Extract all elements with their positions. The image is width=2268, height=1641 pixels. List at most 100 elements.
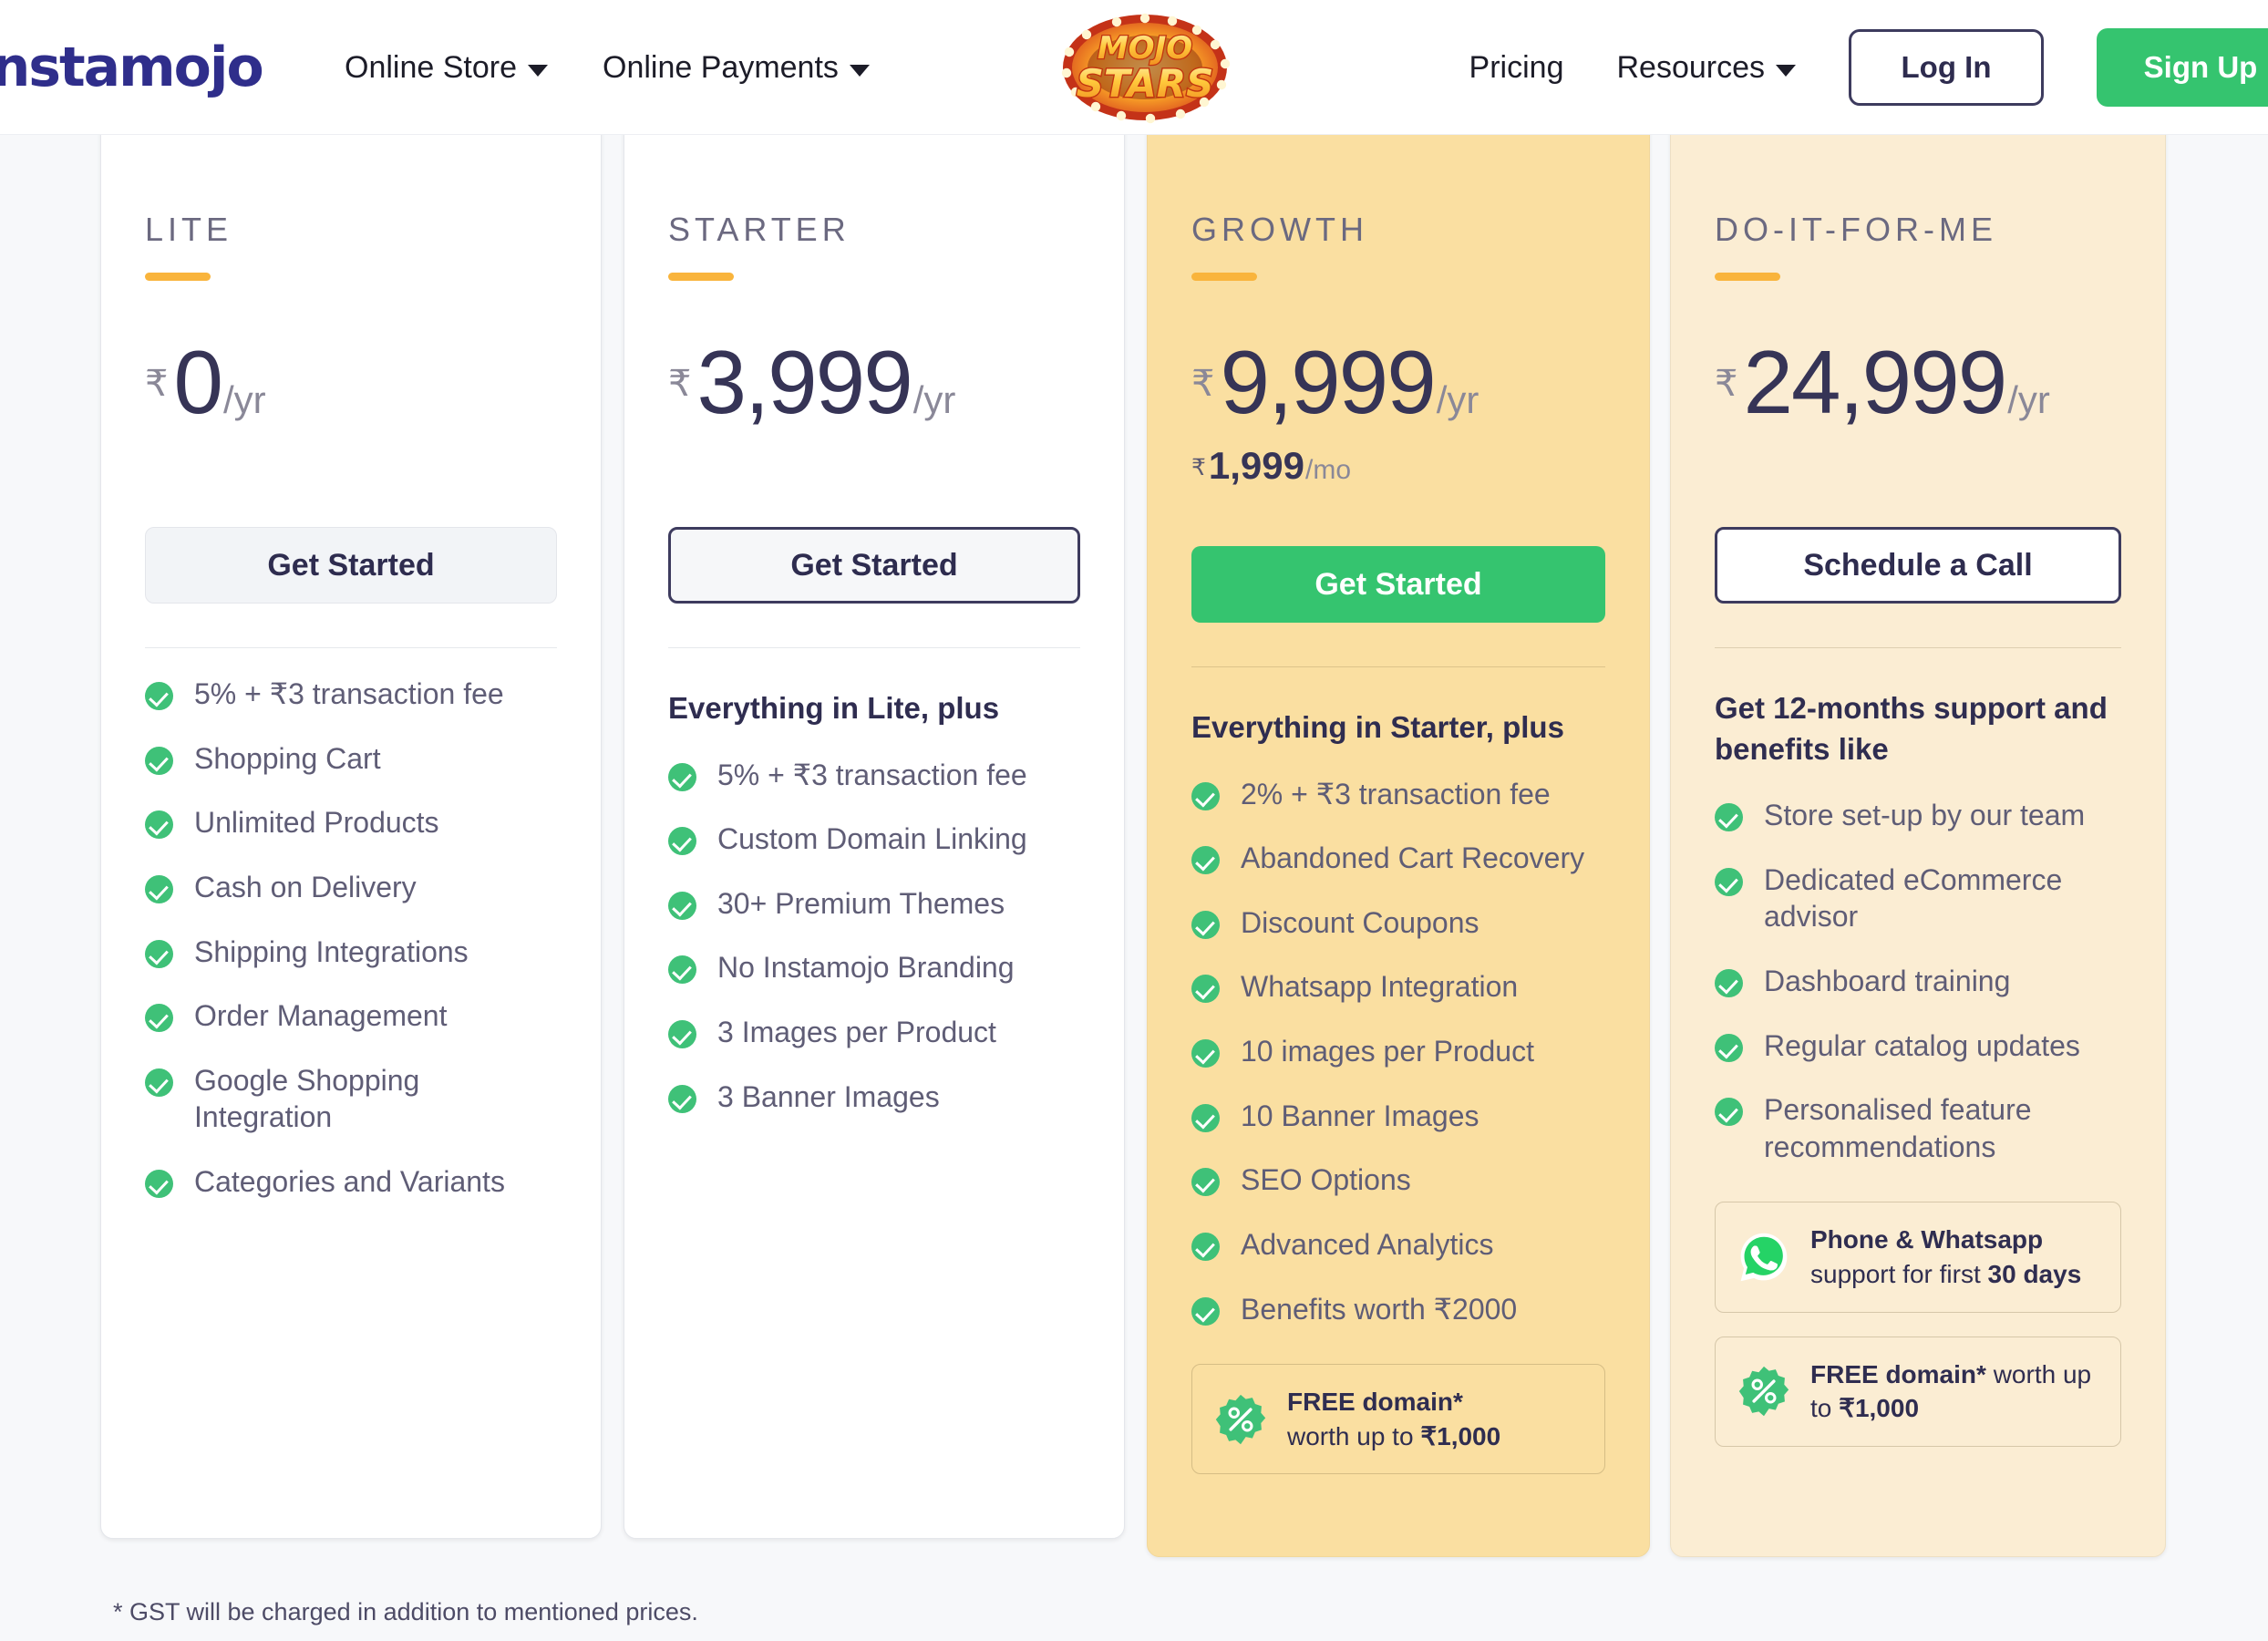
- check-circle-icon: [668, 763, 696, 791]
- check-circle-icon: [145, 1170, 173, 1198]
- check-circle-icon: [1191, 1297, 1220, 1326]
- badge-line2-bold: ₹1,000: [1420, 1422, 1500, 1450]
- price-period: /yr: [223, 378, 266, 422]
- feature-label: Discount Coupons: [1241, 904, 1479, 942]
- nav-item-resources[interactable]: Resources: [1616, 50, 1796, 86]
- card-divider: [1715, 647, 2121, 648]
- badge-line1-rest: worth up: [1986, 1360, 2091, 1388]
- feature-label: Personalised feature recommendations: [1764, 1091, 2121, 1165]
- sub-price-amount: 1,999: [1209, 447, 1304, 485]
- list-item: 30+ Premium Themes: [668, 885, 1080, 923]
- pricing-card-growth: GROWTH ₹ 9,999 /yr ₹ 1,999 /mo Get Start…: [1147, 71, 1650, 1557]
- site-header: instamojo Online Store Online Payments: [0, 0, 2268, 135]
- feature-label: 3 Banner Images: [717, 1079, 940, 1116]
- feature-list-difm: Store set-up by our team Dedicated eComm…: [1715, 797, 2121, 1165]
- price-amount: 3,999: [696, 337, 911, 427]
- signup-button[interactable]: Sign Up: [2097, 28, 2268, 107]
- feature-label: Categories and Variants: [194, 1163, 505, 1201]
- badge-line2-bold: ₹1,000: [1839, 1394, 1919, 1422]
- feature-label: 3 Images per Product: [717, 1014, 996, 1051]
- get-started-button-starter[interactable]: Get Started: [668, 527, 1080, 604]
- get-started-button-lite[interactable]: Get Started: [145, 527, 557, 604]
- list-item: Shopping Cart: [145, 740, 557, 778]
- badge-line2-plain: support for first: [1810, 1260, 1988, 1288]
- nav-item-online-payments[interactable]: Online Payments: [603, 50, 870, 86]
- list-item: Regular catalog updates: [1715, 1027, 2121, 1065]
- badge-text: FREE domain* worth up to ₹1,000: [1810, 1357, 2091, 1426]
- card-divider: [1191, 666, 1605, 667]
- list-item: Discount Coupons: [1191, 904, 1605, 942]
- badge-line1-bold: FREE domain*: [1287, 1388, 1463, 1416]
- check-circle-icon: [1191, 975, 1220, 1003]
- check-circle-icon: [1715, 868, 1743, 896]
- feature-label: 5% + ₹3 transaction fee: [717, 757, 1027, 794]
- price-period: /yr: [2007, 378, 2050, 422]
- get-started-button-growth[interactable]: Get Started: [1191, 546, 1605, 623]
- list-item: SEO Options: [1191, 1161, 1605, 1199]
- list-item: 10 images per Product: [1191, 1033, 1605, 1070]
- whatsapp-icon: [1737, 1231, 1790, 1284]
- feature-label: SEO Options: [1241, 1161, 1411, 1199]
- nav-item-pricing-label: Pricing: [1469, 50, 1564, 86]
- list-item: Unlimited Products: [145, 804, 557, 841]
- list-item: 3 Images per Product: [668, 1014, 1080, 1051]
- check-circle-icon: [668, 827, 696, 855]
- feature-list-growth: 2% + ₹3 transaction fee Abandoned Cart R…: [1191, 776, 1605, 1328]
- list-item: 10 Banner Images: [1191, 1098, 1605, 1135]
- price-starter: ₹ 3,999 /yr: [668, 337, 1080, 427]
- nav-item-online-store-label: Online Store: [345, 50, 517, 86]
- badge-line2-plain: worth up to: [1287, 1422, 1420, 1450]
- rupee-symbol: ₹: [145, 363, 168, 405]
- check-circle-icon: [1191, 1039, 1220, 1068]
- badge-line2-plain: to: [1810, 1394, 1839, 1422]
- check-circle-icon: [1191, 782, 1220, 810]
- rupee-symbol: ₹: [668, 363, 691, 405]
- free-domain-badge-growth: FREE domain* worth up to ₹1,000: [1191, 1364, 1605, 1474]
- badge-line2-bold: 30 days: [1988, 1260, 2082, 1288]
- login-button[interactable]: Log In: [1849, 29, 2044, 106]
- percent-badge-icon: [1214, 1393, 1267, 1446]
- plan-name-starter: STARTER: [668, 211, 1080, 249]
- list-item: 3 Banner Images: [668, 1079, 1080, 1116]
- schedule-a-call-button[interactable]: Schedule a Call: [1715, 527, 2121, 604]
- list-item: 5% + ₹3 transaction fee: [145, 676, 557, 713]
- list-item: Cash on Delivery: [145, 869, 557, 906]
- feature-label: Benefits worth ₹2000: [1241, 1291, 1517, 1328]
- plan-name-lite: LITE: [145, 211, 557, 249]
- nav-item-pricing[interactable]: Pricing: [1469, 50, 1564, 86]
- badge-line1-bold: Phone & Whatsapp: [1810, 1225, 2043, 1254]
- check-circle-icon: [668, 1020, 696, 1048]
- check-circle-icon: [1715, 803, 1743, 831]
- instamojo-logo[interactable]: instamojo: [0, 40, 263, 95]
- pricing-cards: LITE ₹ 0 /yr Get Started 5% + ₹3 transac…: [0, 135, 2268, 1550]
- check-circle-icon: [1715, 1034, 1743, 1062]
- check-circle-icon: [668, 1085, 696, 1113]
- feature-label: Regular catalog updates: [1764, 1027, 2080, 1065]
- feature-label: Advanced Analytics: [1241, 1226, 1494, 1264]
- feature-label: Dedicated eCommerce advisor: [1764, 862, 2121, 935]
- list-item: Dedicated eCommerce advisor: [1715, 862, 2121, 935]
- check-circle-icon: [1191, 1233, 1220, 1261]
- feature-list-lite: 5% + ₹3 transaction fee Shopping Cart Un…: [145, 676, 557, 1201]
- check-circle-icon: [145, 875, 173, 903]
- feature-label: Cash on Delivery: [194, 869, 417, 906]
- primary-nav-right: Pricing Resources Log In Sign Up: [1469, 0, 2268, 135]
- feature-label: Shopping Cart: [194, 740, 381, 778]
- mojostars-logo[interactable]: MOJO STARS: [1039, 7, 1251, 130]
- list-item: Whatsapp Integration: [1191, 968, 1605, 1006]
- check-circle-icon: [1191, 846, 1220, 874]
- price-difm: ₹ 24,999 /yr: [1715, 337, 2121, 427]
- plus-heading-difm: Get 12-months support and benefits like: [1715, 688, 2121, 769]
- accent-underline: [1715, 273, 1780, 281]
- check-circle-icon: [1715, 1098, 1743, 1126]
- check-circle-icon: [668, 892, 696, 920]
- feature-label: Dashboard training: [1764, 963, 2010, 1000]
- list-item: Benefits worth ₹2000: [1191, 1291, 1605, 1328]
- price-period: /yr: [913, 378, 956, 422]
- list-item: Dashboard training: [1715, 963, 2121, 1000]
- nav-item-online-store[interactable]: Online Store: [345, 50, 548, 86]
- card-divider: [145, 647, 557, 648]
- check-circle-icon: [145, 810, 173, 839]
- free-domain-badge-difm: FREE domain* worth up to ₹1,000: [1715, 1337, 2121, 1447]
- list-item: Shipping Integrations: [145, 934, 557, 971]
